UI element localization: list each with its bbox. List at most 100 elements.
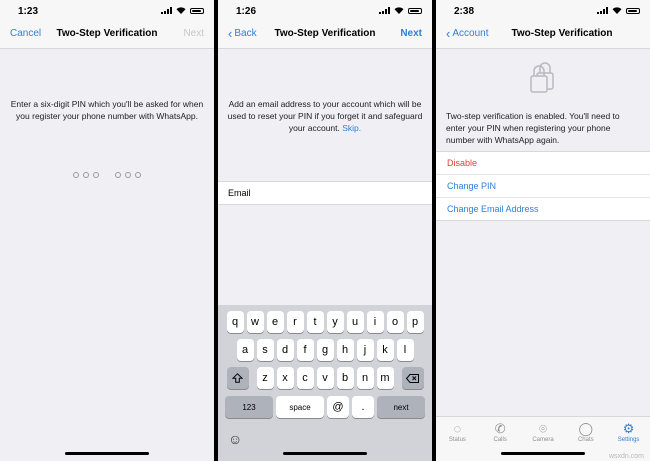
tab-status-label: Status [448,437,466,443]
navigation-bar: ‹ Account Two-Step Verification [436,22,650,49]
status-icon: ◌ [453,421,462,436]
space-key[interactable]: space [276,396,324,418]
numbers-key[interactable]: 123 [225,396,273,418]
key-t[interactable]: t [306,311,324,333]
pin-digit-1 [73,172,79,178]
tab-calls-label: Calls [493,437,507,443]
key-i[interactable]: i [366,311,384,333]
phone-screen-verification-enabled: 2:38 ‹ Account Two-Step Verification Two-… [436,0,650,461]
status-icons [161,7,204,14]
period-key[interactable]: . [352,396,374,418]
status-time: 1:23 [18,6,39,17]
tab-chats-label: Chats [577,437,594,443]
camera-icon: ⌾ [539,421,547,436]
pin-instructions: Enter a six-digit PIN which you'll be as… [10,99,204,121]
backspace-icon [406,373,419,383]
page-title: Two-Step Verification [56,28,158,39]
key-x[interactable]: x [276,367,294,389]
key-z[interactable]: z [256,367,274,389]
watermark: wsxdn.com [608,453,644,460]
status-bar: 1:23 [0,0,214,22]
key-v[interactable]: v [316,367,334,389]
battery-icon [626,8,640,14]
key-g[interactable]: g [316,339,334,361]
status-icons [379,7,422,14]
key-w[interactable]: w [246,311,264,333]
enabled-message: Two-step verification is enabled. You'll… [446,111,620,145]
key-l[interactable]: l [396,339,414,361]
cellular-signal-icon [379,7,390,14]
pin-digit-5 [125,172,131,178]
pin-digit-2 [83,172,89,178]
status-icons [597,7,640,14]
wifi-icon [394,7,404,14]
key-e[interactable]: e [266,311,284,333]
email-field[interactable] [262,185,426,201]
key-r[interactable]: r [286,311,304,333]
wifi-icon [612,7,622,14]
phone-icon: ✆ [494,421,506,436]
phone-screen-pin-entry: 1:23 Cancel Two-Step Verification Next E… [0,0,214,461]
key-s[interactable]: s [256,339,274,361]
verification-actions-list: Disable Change PIN Change Email Address [436,151,650,221]
cellular-signal-icon [161,7,172,14]
email-row: Email [218,181,432,205]
at-key[interactable]: @ [327,396,349,418]
key-j[interactable]: j [356,339,374,361]
emoji-icon[interactable]: ☺ [228,431,242,447]
key-b[interactable]: b [336,367,354,389]
battery-icon [408,8,422,14]
key-c[interactable]: c [296,367,314,389]
home-indicator[interactable] [283,452,367,455]
chat-bubbles-icon: ◯ [578,421,594,436]
keyboard: q w e r t y u i o p a s d f g h j k l z [218,305,432,461]
phone-screen-email-entry: 1:26 ‹ Back Two-Step Verification Next Ad… [218,0,432,461]
shift-arrow-icon [232,373,243,383]
disable-button[interactable]: Disable [436,152,650,175]
key-u[interactable]: u [346,311,364,333]
email-label: Email [228,188,251,198]
key-f[interactable]: f [296,339,314,361]
next-button[interactable]: Next [400,28,422,39]
navigation-bar: ‹ Back Two-Step Verification Next [218,22,432,49]
key-m[interactable]: m [376,367,394,389]
key-n[interactable]: n [356,367,374,389]
status-time: 1:26 [236,6,257,17]
email-instructions: Add an email address to your account whi… [226,98,424,134]
gear-icon: ⚙ [622,421,635,436]
page-title: Two-Step Verification [511,28,613,39]
lock-illustration [436,60,650,99]
key-q[interactable]: q [226,311,244,333]
key-y[interactable]: y [326,311,344,333]
wifi-icon [176,7,186,14]
change-pin-button[interactable]: Change PIN [436,175,650,198]
tab-settings-label: Settings [617,437,640,443]
skip-link[interactable]: Skip. [342,123,361,133]
key-k[interactable]: k [376,339,394,361]
cellular-signal-icon [597,7,608,14]
home-indicator[interactable] [65,452,149,455]
email-instructions-text: Add an email address to your account whi… [227,99,423,133]
backspace-key[interactable] [401,367,424,389]
navigation-bar: Cancel Two-Step Verification Next [0,22,214,49]
double-lock-icon [530,62,554,93]
keyboard-row-1: q w e r t y u i o p [218,311,432,333]
status-bar: 1:26 [218,0,432,22]
key-h[interactable]: h [336,339,354,361]
keyboard-row-2: a s d f g h j k l [218,339,432,361]
shift-key[interactable] [226,367,249,389]
key-p[interactable]: p [406,311,424,333]
change-email-button[interactable]: Change Email Address [436,198,650,220]
key-d[interactable]: d [276,339,294,361]
tab-camera-label: Camera [532,437,554,443]
chevron-left-icon: ‹ [446,25,451,41]
keyboard-row-3: z x c v b n m [218,367,432,389]
pin-input[interactable] [0,172,214,178]
home-indicator[interactable] [501,452,585,455]
key-o[interactable]: o [386,311,404,333]
next-button[interactable]: Next [183,28,204,39]
next-key[interactable]: next [377,396,425,418]
tab-status[interactable]: ◌ Status [436,417,479,461]
key-a[interactable]: a [236,339,254,361]
battery-icon [190,8,204,14]
